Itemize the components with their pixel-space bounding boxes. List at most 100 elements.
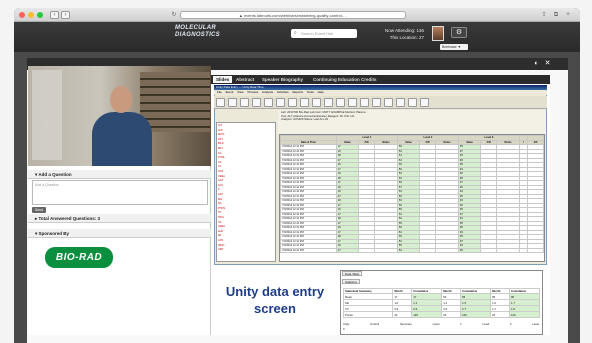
grid-cell[interactable] [435, 247, 459, 253]
grid-cell[interactable]: 7/3/2014 12:11 PM [280, 247, 337, 253]
tree-item[interactable]: UA [218, 221, 273, 224]
unity-tool-icon[interactable] [240, 98, 249, 107]
window-maximize-dot[interactable] [37, 12, 43, 18]
gear-icon[interactable]: ⚙ [451, 27, 467, 38]
unity-tool-icon[interactable] [252, 98, 261, 107]
tab-abstract[interactable]: Abstract [236, 76, 254, 83]
unity-tool-icon[interactable] [396, 98, 405, 107]
search-input[interactable]: Search Event Hall [291, 29, 357, 38]
stats-cell: 120 [411, 311, 443, 318]
tree-item[interactable]: PHOS [218, 207, 273, 210]
briefcase-button[interactable]: Briefcase ▼ [440, 44, 468, 50]
add-tab-icon[interactable]: + [564, 11, 572, 19]
tree-item[interactable]: CK [218, 161, 273, 164]
window-minimize-dot[interactable] [28, 12, 34, 18]
unity-tool-icon[interactable] [372, 98, 381, 107]
question-input[interactable]: Add a Question [32, 180, 208, 205]
ask-question-header[interactable]: ▾ Add a Question [28, 170, 211, 179]
unity-tool-icon[interactable] [228, 98, 237, 107]
unity-info-bar: Lab: 2013700 Bio-Rad Lab Instr: UNITY EX… [278, 110, 546, 134]
tree-item[interactable]: CRP [218, 248, 273, 251]
filter-icon: ▼ [457, 45, 462, 49]
tree-item[interactable]: IRON [218, 244, 273, 247]
sponsor-logo[interactable]: BIO-RAD [45, 247, 113, 268]
tree-item[interactable]: CA [218, 152, 273, 155]
avatar[interactable] [432, 26, 444, 41]
unity-tool-icon[interactable] [276, 98, 285, 107]
video-window-light [32, 70, 62, 160]
unity-tool-icon[interactable] [408, 98, 417, 107]
table-row[interactable]: 7/3/2014 12:11 PM 17 54 96 [280, 247, 544, 253]
grid-cell[interactable] [479, 247, 498, 253]
tree-item[interactable]: AST [218, 138, 273, 141]
tree-item[interactable]: CL [218, 165, 273, 168]
grid-cell[interactable] [357, 247, 376, 253]
search-icon: ⌕ [294, 30, 297, 36]
tree-item[interactable]: NA [218, 202, 273, 205]
unity-tool-icon[interactable] [216, 98, 225, 107]
unity-tool-icon[interactable] [312, 98, 321, 107]
now-attending: Now Attending: 136 [384, 28, 424, 33]
tree-item[interactable]: TP [218, 211, 273, 214]
answered-questions-header[interactable]: ▸ Total Answered Questions: 3 [28, 214, 211, 223]
tree-item[interactable]: MG [218, 198, 273, 201]
tab-continuing-education[interactable]: Continuing Education Credits [313, 76, 377, 83]
grid-cell[interactable]: 54 [396, 247, 420, 253]
tree-item[interactable]: CREA [218, 175, 273, 178]
unity-tool-icon[interactable] [324, 98, 333, 107]
close-icon[interactable]: ✕ [543, 60, 552, 68]
unity-tool-icon[interactable] [264, 98, 273, 107]
tree-item[interactable]: AMYL [218, 133, 273, 136]
speaker-body [92, 112, 152, 166]
attendance-info: Now Attending: 136 This Location: 27 [372, 27, 424, 41]
tree-item[interactable]: CHOL [218, 156, 273, 159]
this-location: This Location: 27 [389, 35, 424, 40]
unity-tool-icon[interactable] [420, 98, 429, 107]
address-bar[interactable]: ▲ events.labroots.com/webinars/mastering… [180, 11, 406, 19]
dialog-footer: Unity Control Summary Level 1 Level 2 Le… [343, 322, 539, 331]
tree-item[interactable]: ALP [218, 129, 273, 132]
event-logo[interactable]: MOLECULAR DIAGNOSTICS [175, 25, 271, 49]
back-icon[interactable]: ‹ [50, 11, 59, 19]
unity-menubar: File Event View Process Analysis Activit… [214, 90, 547, 95]
dialog-tab-statistics[interactable]: Statistics [342, 279, 361, 284]
unity-tool-icon[interactable] [384, 98, 393, 107]
grid-cell[interactable] [374, 247, 398, 253]
tree-item[interactable]: GLU [218, 184, 273, 187]
tree-item[interactable]: TRIG [218, 216, 273, 219]
stats-cell: 24 [490, 311, 510, 318]
tab-speaker-biography[interactable]: Speaker Biography [262, 76, 303, 83]
tree-item[interactable]: CO2 [218, 170, 273, 173]
tree-item[interactable]: K [218, 188, 273, 191]
stats-cell: 120 [460, 311, 492, 318]
unity-tool-icon[interactable] [348, 98, 357, 107]
tree-item[interactable]: ALT [218, 124, 273, 127]
tree-item[interactable]: BILD [218, 142, 273, 145]
tree-item[interactable]: ALB [218, 230, 273, 233]
tabs-icon[interactable]: ⧉ [552, 11, 560, 19]
grid-cell[interactable] [496, 247, 520, 253]
tree-item[interactable]: FE [218, 234, 273, 237]
forward-icon[interactable]: › [61, 11, 70, 19]
tree-item[interactable]: LIPA [218, 239, 273, 242]
table-row: Points 24 120 24 120 24 120 [342, 311, 541, 318]
tree-item[interactable]: LDH [218, 193, 273, 196]
unity-tool-icon[interactable] [288, 98, 297, 107]
reload-icon[interactable]: ↻ [170, 11, 178, 19]
tree-item[interactable]: BILT [218, 147, 273, 150]
dialog-tab-data-table[interactable]: Data Table [342, 271, 363, 276]
tab-slides[interactable]: Slides [213, 76, 233, 83]
grid-cell[interactable] [418, 247, 437, 253]
unity-tool-icon[interactable] [300, 98, 309, 107]
expand-icon[interactable]: ◐ [532, 60, 541, 68]
send-button[interactable]: Send [32, 207, 46, 213]
grid-cell[interactable]: 17 [335, 247, 359, 253]
tree-item[interactable]: UREA [218, 225, 273, 228]
sponsored-header[interactable]: ▾ Sponsored By [28, 229, 211, 238]
window-close-dot[interactable] [19, 12, 25, 18]
tree-item[interactable]: GGT [218, 179, 273, 182]
unity-tool-icon[interactable] [336, 98, 345, 107]
unity-tool-icon[interactable] [360, 98, 369, 107]
share-icon[interactable]: ⇪ [540, 11, 548, 19]
grid-cell[interactable]: 96 [457, 247, 482, 253]
